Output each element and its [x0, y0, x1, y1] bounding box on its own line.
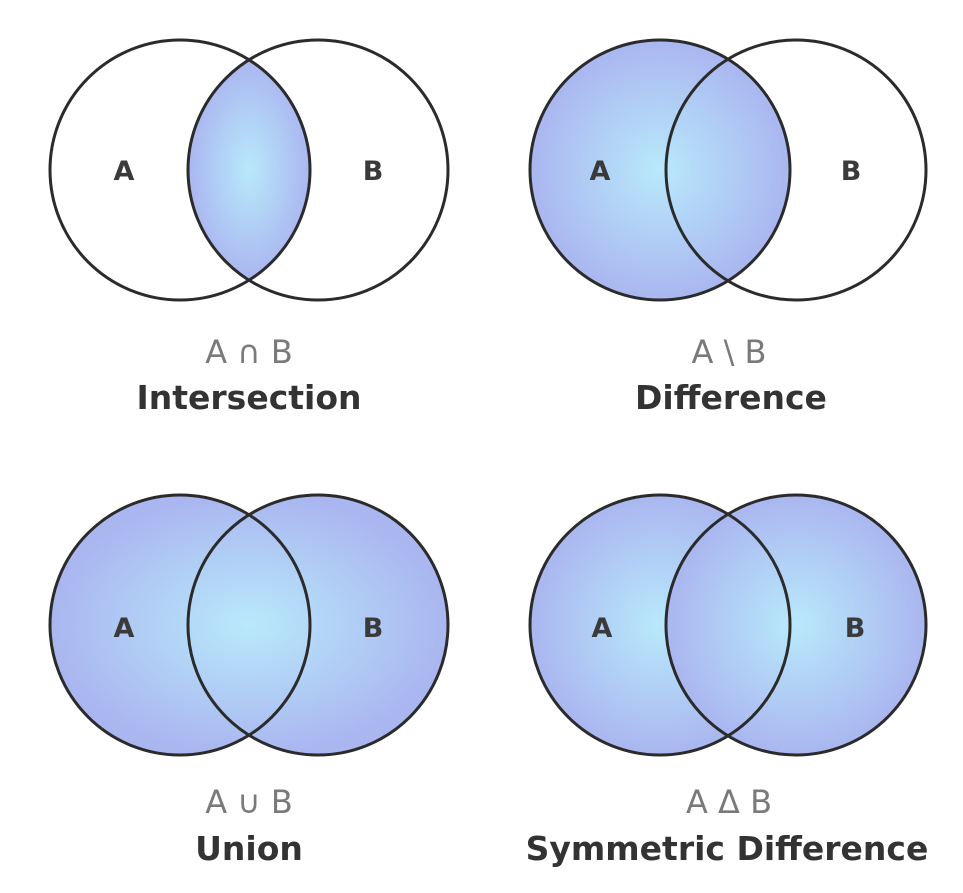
operation-notation: A ∩ B — [205, 333, 293, 371]
panel-symmetric-difference: A B A Δ B Symmetric Difference — [526, 493, 929, 868]
set-label-a: A — [114, 156, 135, 187]
operation-notation: A ∪ B — [205, 783, 293, 821]
set-label-b: B — [841, 156, 862, 187]
operation-name: Difference — [635, 378, 827, 417]
panel-intersection: A B A ∩ B Intersection — [48, 38, 450, 417]
set-label-a: A — [592, 613, 613, 644]
set-label-b: B — [363, 156, 384, 187]
intersection-shaded-region — [188, 59, 310, 281]
set-label-a: A — [590, 156, 611, 187]
operation-name: Union — [195, 829, 303, 868]
union-shaded-region — [49, 495, 449, 755]
set-label-b: B — [363, 613, 384, 644]
symmetric-difference-shaded-region — [530, 495, 926, 756]
panel-difference: A B A \ B Difference — [528, 38, 928, 417]
shaded-lens — [188, 59, 310, 281]
operation-notation: A \ B — [692, 333, 767, 371]
operation-notation: A Δ B — [686, 783, 772, 821]
set-label-b: B — [845, 613, 866, 644]
operation-name: Symmetric Difference — [526, 829, 929, 868]
set-label-a: A — [114, 613, 135, 644]
panel-union: A B A ∪ B Union — [48, 493, 450, 868]
set-operations-diagram: A B A ∩ B Intersection A B A \ B Differe… — [48, 38, 929, 868]
operation-name: Intersection — [136, 378, 361, 417]
shaded-union — [49, 495, 449, 755]
